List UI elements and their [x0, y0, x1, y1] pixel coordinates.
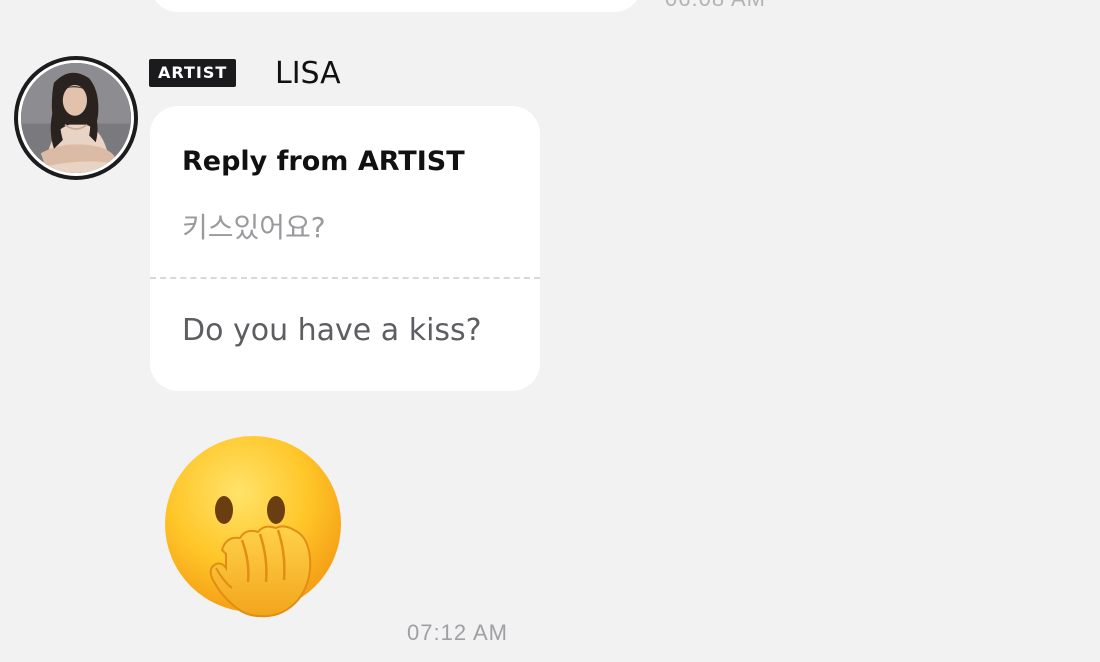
artist-avatar-photo — [18, 60, 134, 176]
sender-name: LISA — [275, 56, 341, 91]
reply-message-card[interactable]: Reply from ARTIST 키스있어요? Do you have a k… — [150, 106, 540, 391]
reply-divider — [150, 277, 540, 279]
previous-message-bubble[interactable] — [150, 0, 642, 12]
message-timestamp: 07:12 AM — [407, 620, 508, 645]
reply-translated-text: Do you have a kiss? — [182, 313, 482, 348]
avatar[interactable] — [14, 56, 138, 180]
artist-badge: ARTIST — [149, 59, 237, 87]
previous-message-timestamp: 06:08 AM — [665, 0, 766, 12]
face-with-hand-over-mouth-emoji-icon[interactable] — [160, 432, 350, 627]
chat-thread: 06:08 AM ARTIST LISA — [0, 0, 1100, 662]
reply-original-text: 키스있어요? — [182, 211, 326, 244]
reply-title: Reply from ARTIST — [182, 146, 465, 177]
